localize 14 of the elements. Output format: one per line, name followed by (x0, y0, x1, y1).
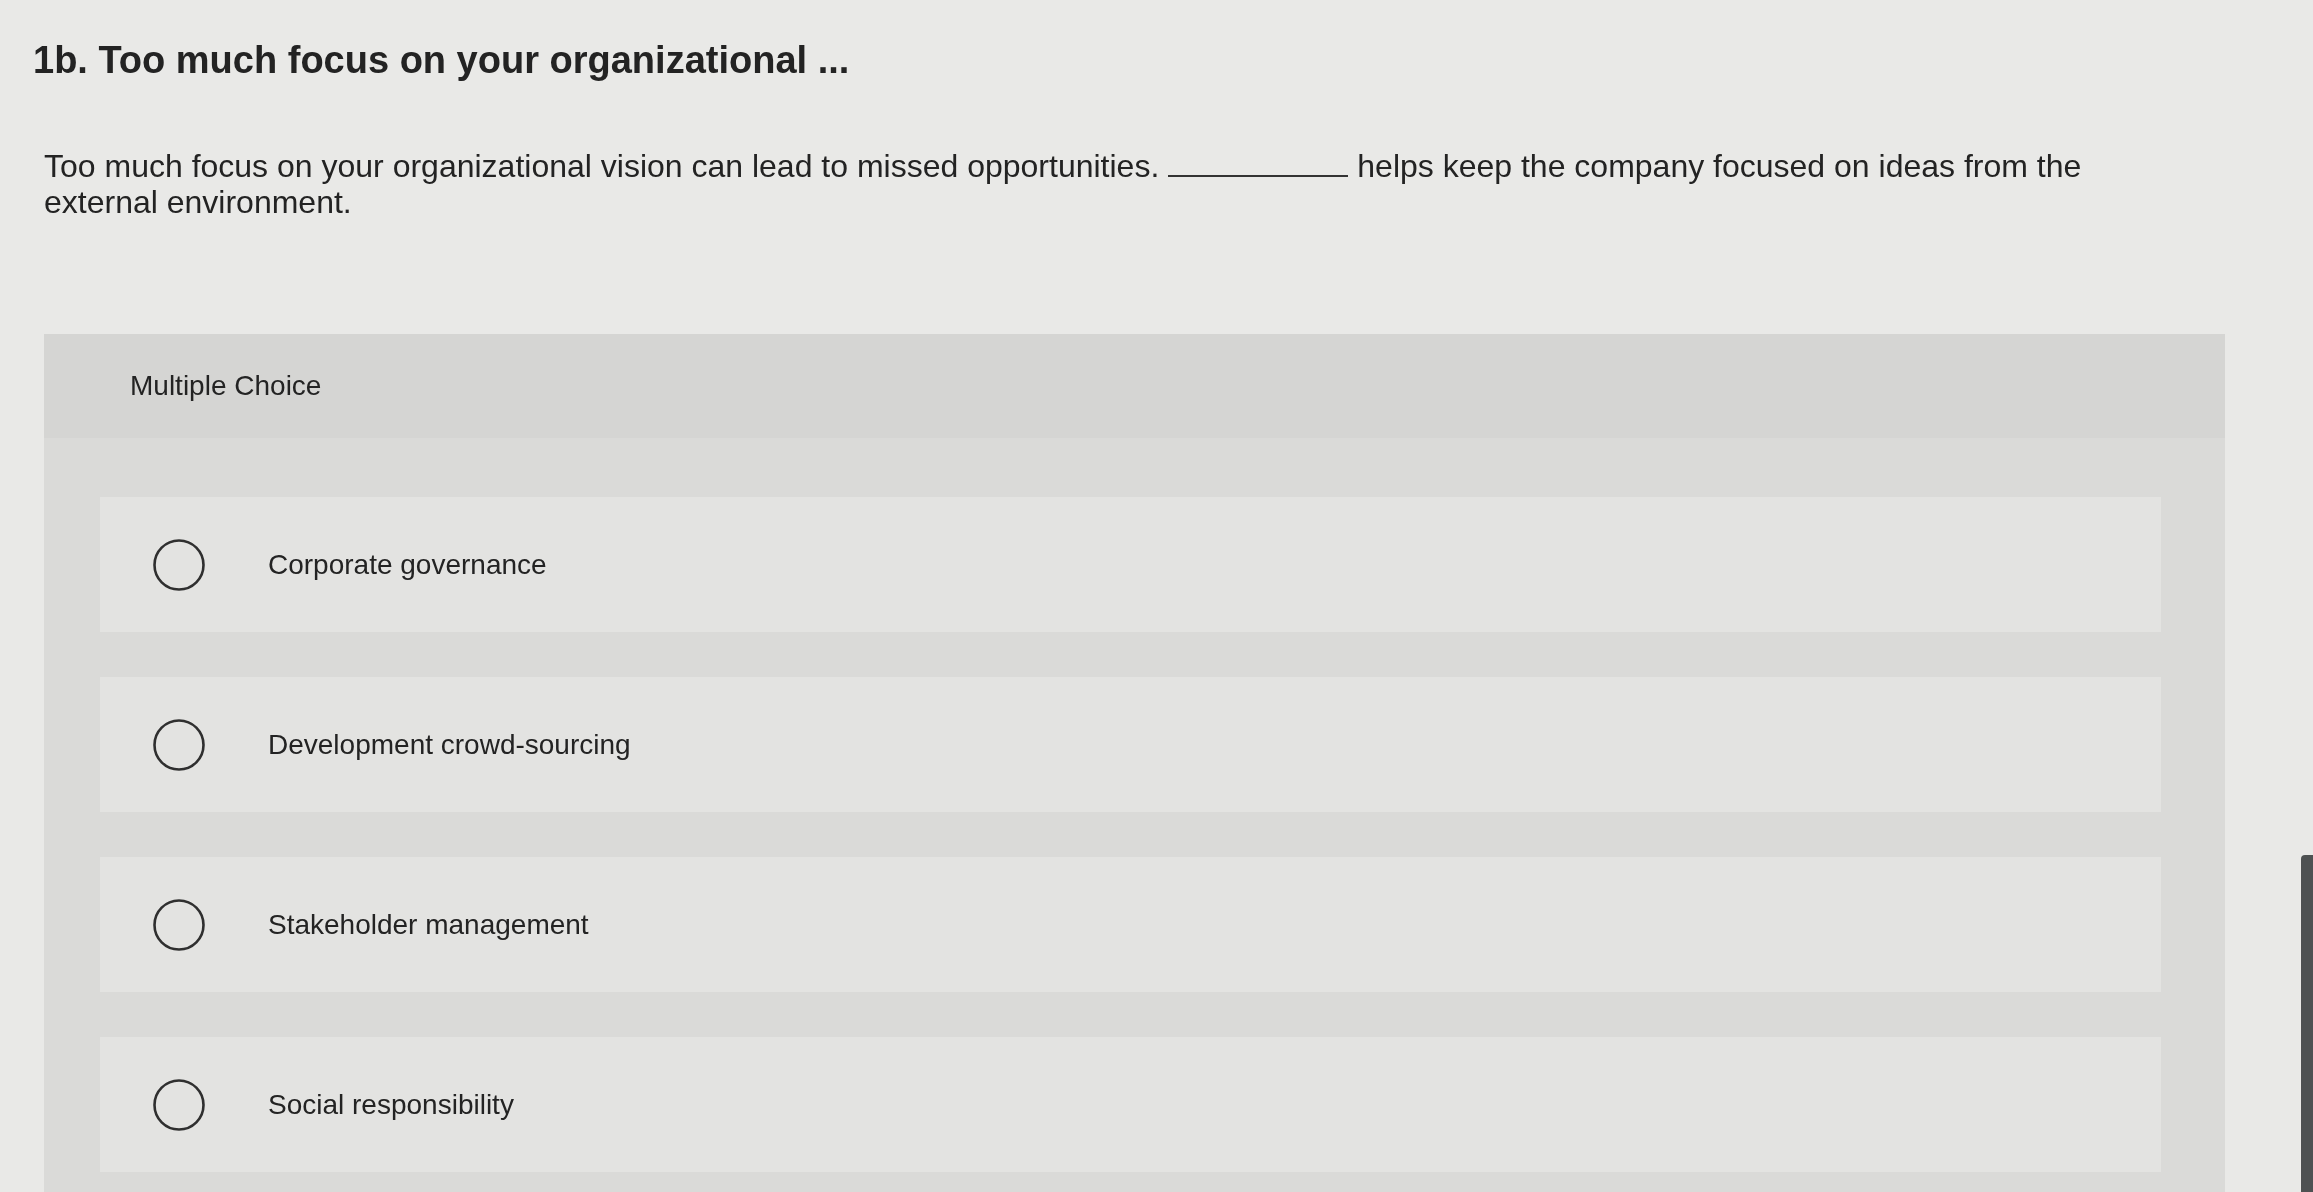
question-title: 1b. Too much focus on your organizational ... (32, 38, 850, 83)
radio-button[interactable] (153, 898, 205, 951)
answer-option[interactable]: Corporate governance (100, 497, 2161, 632)
question-text: Too much focus on your organizational vision can lead to missed opportunities. (44, 148, 1160, 184)
scrollbar-thumb[interactable] (2301, 855, 2313, 1192)
question-text: helps keep the company focused on ideas from the (1357, 148, 2082, 184)
radio-button[interactable] (153, 538, 205, 591)
answer-type-label: Multiple Choice (130, 370, 322, 402)
answer-option[interactable]: Stakeholder management (100, 857, 2161, 992)
radio-button[interactable] (153, 718, 205, 771)
answer-option[interactable]: Social responsibility (100, 1037, 2161, 1172)
answer-option[interactable]: Development crowd-sourcing (100, 677, 2161, 812)
question-text: external environment. (44, 184, 352, 220)
radio-button[interactable] (153, 1078, 205, 1131)
